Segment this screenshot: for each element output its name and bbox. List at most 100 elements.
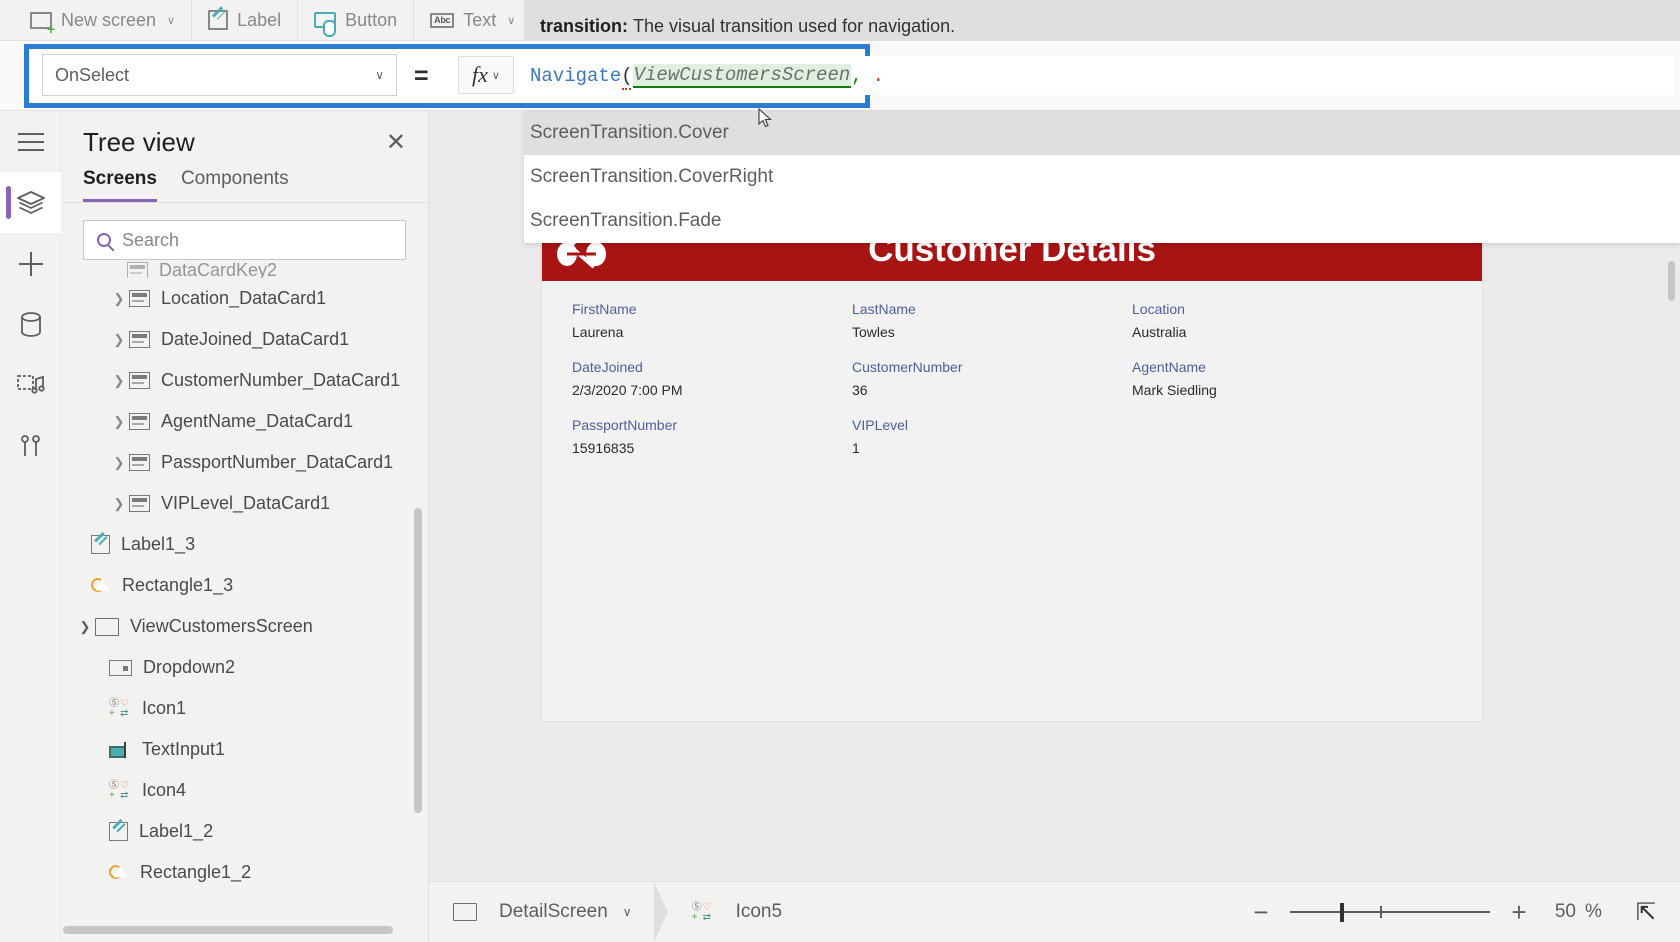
- tree-row-screen[interactable]: ❯ ViewCustomersScreen: [61, 606, 428, 647]
- app-screen-preview[interactable]: Customer Details FirstName Laurena LastN…: [542, 219, 1482, 721]
- fx-button[interactable]: fx ∨: [458, 56, 514, 94]
- form-field[interactable]: FirstName Laurena: [572, 301, 852, 347]
- tree-item-label: Location_DataCard1: [161, 288, 327, 308]
- chevron-right-icon[interactable]: ❯: [109, 332, 129, 348]
- mouse-cursor-icon: [758, 108, 772, 128]
- form-field[interactable]: LastName Towles: [852, 301, 1132, 347]
- rail-item-menu[interactable]: [0, 111, 61, 172]
- property-dropdown[interactable]: OnSelect ∨: [42, 54, 397, 96]
- tree-row[interactable]: DataCardKey2: [61, 262, 428, 278]
- field-value: 1: [852, 440, 860, 456]
- tree-row[interactable]: TextInput1: [61, 729, 428, 770]
- form-field[interactable]: CustomerNumber 36: [852, 359, 1132, 405]
- tree-row[interactable]: ❯ DateJoined_DataCard1: [61, 319, 428, 360]
- layers-icon: [16, 190, 45, 214]
- field-value: 15916835: [572, 440, 635, 456]
- tree-row[interactable]: ❯ AgentName_DataCard1: [61, 401, 428, 442]
- tree-row[interactable]: ❯ PassportNumber_DataCard1: [61, 442, 428, 483]
- data-card-icon: [129, 372, 150, 389]
- tree-view-tabs: Screens Components: [61, 168, 428, 203]
- property-dropdown-value: OnSelect: [55, 64, 130, 85]
- rail-item-insert[interactable]: [0, 233, 61, 294]
- data-card-icon: [127, 262, 148, 278]
- tree-view-title: Tree view: [83, 127, 195, 157]
- rail-item-variables[interactable]: [0, 416, 61, 477]
- tab-screens[interactable]: Screens: [83, 168, 157, 202]
- field-value: Australia: [1132, 324, 1187, 340]
- tree-row[interactable]: ❯ Location_DataCard1: [61, 278, 428, 319]
- rail-item-data[interactable]: [0, 294, 61, 355]
- tree-item-label: CustomerNumber_DataCard1: [161, 370, 401, 390]
- field-value: 36: [852, 382, 868, 398]
- tree-row[interactable]: Label1_3: [61, 524, 428, 565]
- tree-row[interactable]: Ⓢ ♡ + ⇄ Icon4: [61, 770, 428, 811]
- tree-item-label: TextInput1: [142, 739, 226, 759]
- rail-item-media[interactable]: [0, 355, 61, 416]
- data-card-icon: [129, 454, 150, 471]
- chevron-down-icon: ∨: [375, 68, 384, 82]
- label-icon: [109, 822, 128, 841]
- breadcrumb-control[interactable]: Ⓢ ♡ + ⇄ Icon5: [668, 882, 804, 942]
- insert-text-button[interactable]: Abc Text ∨: [414, 0, 533, 41]
- button-icon: [314, 12, 337, 37]
- insert-label-button[interactable]: Label: [192, 0, 299, 41]
- form-field[interactable]: DateJoined 2/3/2020 7:00 PM: [572, 359, 852, 405]
- tree-horizontal-scrollbar[interactable]: [63, 926, 393, 934]
- tree-item-label: Icon4: [142, 780, 187, 800]
- form-field[interactable]: VIPLevel 1: [852, 417, 1132, 463]
- autocomplete-item-label: ScreenTransition.CoverRight: [530, 166, 774, 187]
- fit-screen-icon[interactable]: ⇱: [1636, 898, 1656, 927]
- formula-input[interactable]: Navigate(ViewCustomersScreen,.: [524, 56, 1674, 95]
- autocomplete-item-cover[interactable]: ScreenTransition.Cover: [524, 111, 1680, 155]
- search-input[interactable]: Search: [83, 220, 406, 260]
- formula-identifier-token: ViewCustomersScreen: [632, 63, 852, 88]
- formula-error-dot: .: [872, 64, 885, 87]
- media-icon: [16, 374, 45, 394]
- rail-item-tree-view[interactable]: [0, 172, 61, 233]
- chevron-down-icon[interactable]: ❯: [75, 619, 95, 635]
- formula-open-paren-token: (: [621, 64, 633, 90]
- plus-icon: [18, 251, 43, 276]
- zoom-in-button[interactable]: +: [1496, 897, 1542, 928]
- form-field[interactable]: Location Australia: [1132, 301, 1422, 347]
- zoom-slider-thumb[interactable]: [1339, 903, 1344, 922]
- tree-row[interactable]: Dropdown2: [61, 647, 428, 688]
- zoom-out-button[interactable]: −: [1238, 897, 1284, 928]
- form-field[interactable]: AgentName Mark Siedling: [1132, 359, 1422, 405]
- tree-row[interactable]: Rectangle1_2: [61, 852, 428, 893]
- tab-components[interactable]: Components: [181, 168, 289, 202]
- field-label: AgentName: [1132, 359, 1206, 375]
- zoom-slider[interactable]: [1289, 900, 1490, 924]
- tree-row[interactable]: Rectangle1_3: [61, 565, 428, 606]
- search-icon: [97, 233, 111, 247]
- power-apps-studio: New screen ∨ Label Button Abc Text ∨ tra…: [0, 0, 1680, 942]
- close-icon[interactable]: ✕: [386, 130, 406, 155]
- chevron-right-icon[interactable]: ❯: [109, 291, 129, 307]
- chevron-right-icon[interactable]: ❯: [109, 455, 129, 471]
- chevron-down-icon[interactable]: ∨: [623, 905, 632, 919]
- tree-row[interactable]: ❯ CustomerNumber_DataCard1: [61, 360, 428, 401]
- data-card-icon: [129, 290, 150, 307]
- tree-row[interactable]: ❯ VIPLevel_DataCard1: [61, 483, 428, 524]
- database-icon: [20, 311, 41, 337]
- breadcrumb-screen[interactable]: DetailScreen ∨: [429, 882, 654, 942]
- new-screen-icon: [30, 11, 55, 36]
- field-value: Laurena: [572, 324, 624, 340]
- tree-item-label: Rectangle1_3: [122, 575, 234, 595]
- autocomplete-dropdown[interactable]: ScreenTransition.Cover ScreenTransition.…: [524, 111, 1680, 243]
- insert-button-button[interactable]: Button: [298, 0, 415, 41]
- field-value: Towles: [852, 324, 895, 340]
- canvas-vertical-scrollbar-bottom[interactable]: [1668, 261, 1675, 301]
- tree-row[interactable]: Ⓢ ♡ + ⇄ Icon1: [61, 688, 428, 729]
- tree-vertical-scrollbar[interactable]: [414, 508, 422, 813]
- autocomplete-item-fade[interactable]: ScreenTransition.Fade: [524, 199, 1680, 243]
- tree-row[interactable]: Label1_2: [61, 811, 428, 852]
- form-field[interactable]: PassportNumber 15916835: [572, 417, 852, 463]
- field-label: VIPLevel: [852, 417, 909, 433]
- chevron-right-icon[interactable]: ❯: [109, 373, 129, 389]
- tree-item-label: Rectangle1_2: [140, 862, 252, 882]
- autocomplete-item-coverright[interactable]: ScreenTransition.CoverRight: [524, 155, 1680, 199]
- chevron-right-icon[interactable]: ❯: [109, 414, 129, 430]
- chevron-right-icon[interactable]: ❯: [109, 496, 129, 512]
- new-screen-button[interactable]: New screen ∨: [0, 0, 193, 41]
